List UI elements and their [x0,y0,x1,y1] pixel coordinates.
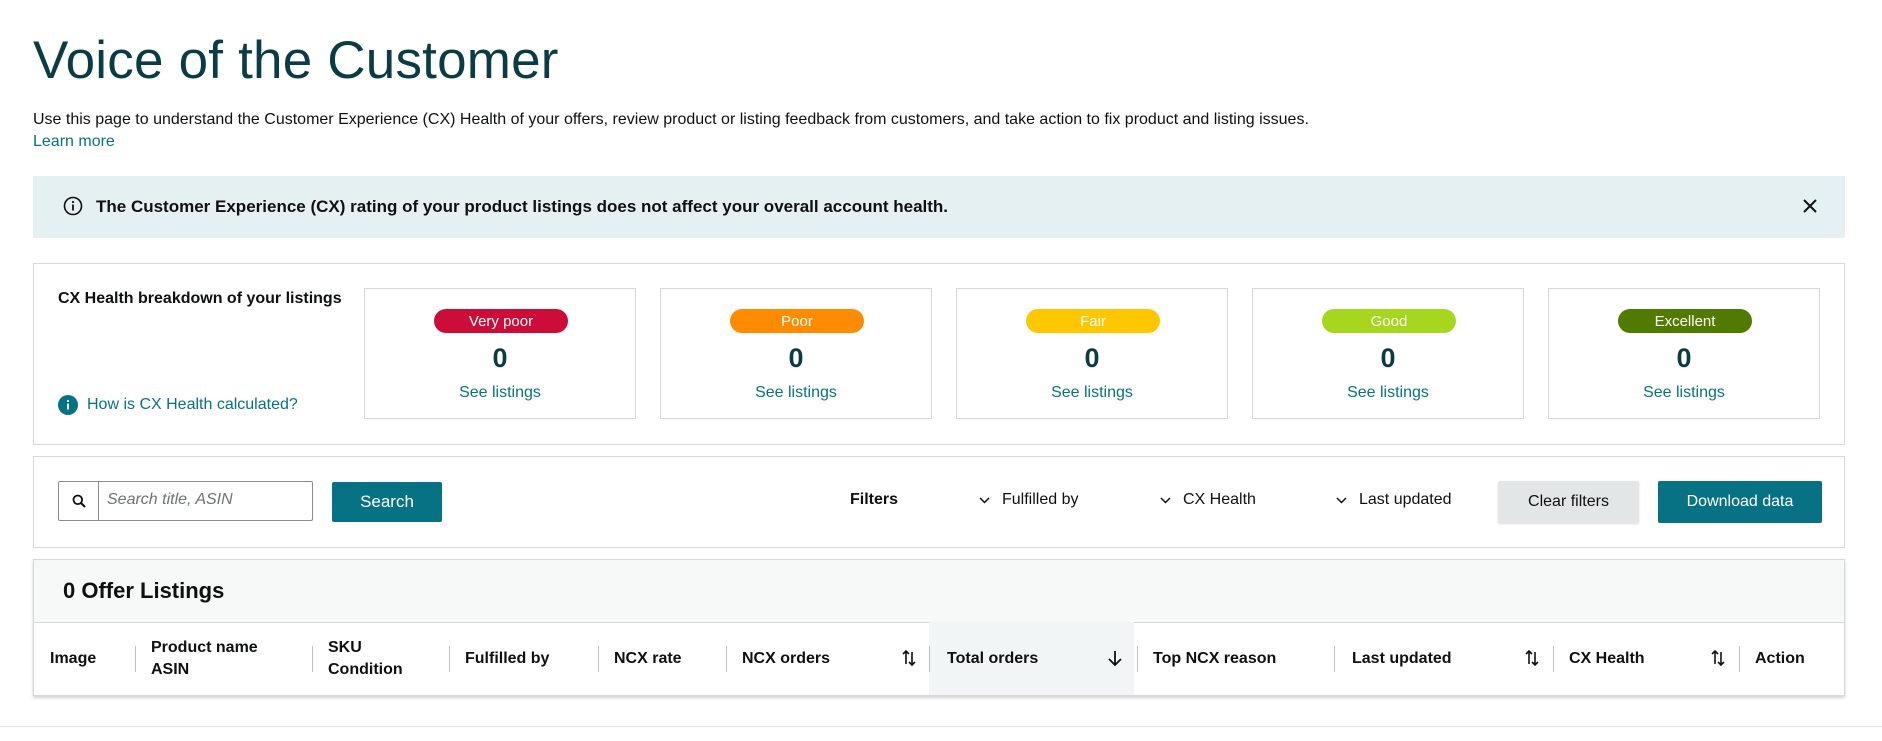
sort-icon[interactable] [1524,648,1540,668]
info-icon [58,395,78,415]
column-image: Image [50,649,97,667]
chevron-down-icon [1160,496,1171,504]
table-title: 0 Offer Listings [63,578,225,603]
column-product-name-line2: ASIN [151,660,190,678]
close-icon[interactable] [1799,195,1821,217]
very-poor-see-listings-link[interactable]: See listings [365,384,635,402]
page-description: Use this page to understand the Customer… [33,111,1309,128]
fair-badge: Fair [1026,309,1160,333]
very-poor-count: 0 [492,343,508,373]
column-top-ncx-reason: Top NCX reason [1137,622,1337,695]
clear-filters-button[interactable]: Clear filters [1498,481,1639,523]
very-poor-badge: Very poor [434,309,568,333]
column-action: Action [1739,622,1839,695]
search-button[interactable]: Search [332,482,442,522]
banner-message: The Customer Experience (CX) rating of y… [96,197,949,216]
last-updated-label: Last updated [1359,491,1452,508]
column-fulfilled-by: Fulfilled by [449,622,599,695]
filters-label: Filters [850,491,899,508]
chevron-down-icon [1336,496,1347,504]
column-sku-line2: Condition [328,660,403,678]
excellent-see-listings-link[interactable]: See listings [1549,384,1819,402]
offer-listings-table: 0 Offer Listings Image Product name ASIN … [33,559,1845,696]
search-box [58,481,313,521]
tile-very-poor: Very poor 0 See listings [364,288,636,419]
info-circle-icon [63,196,83,216]
column-ncx-rate: NCX rate [598,622,725,695]
how-link-label: How is CX Health calculated? [87,396,298,413]
column-product-name: Product name ASIN [135,622,309,695]
good-see-listings-link[interactable]: See listings [1253,384,1523,402]
breakdown-title: CX Health breakdown of your listings [58,290,342,307]
column-ncx-orders: NCX orders [726,622,926,695]
how-cx-health-calculated-link[interactable]: How is CX Health calculated? [58,395,298,415]
fulfilled-by-label: Fulfilled by [1002,491,1079,508]
sort-icon[interactable] [901,648,917,668]
column-cx-health: CX Health [1553,622,1741,695]
column-sku-line1: SKU [328,638,362,656]
last-updated-dropdown[interactable]: Last updated [1336,491,1452,509]
tile-poor: Poor 0 See listings [660,288,932,419]
table-header-bar: 0 Offer Listings [34,560,1844,623]
fulfilled-by-dropdown[interactable]: Fulfilled by [979,491,1078,509]
search-icon [59,482,99,520]
column-last-updated: Last updated [1334,622,1552,695]
good-badge: Good [1322,309,1456,333]
good-count: 0 [1380,343,1396,373]
column-product-name-line1: Product name [151,638,258,656]
column-total-orders: Total orders [929,622,1134,695]
poor-count: 0 [788,343,804,373]
fair-count: 0 [1084,343,1100,373]
fair-see-listings-link[interactable]: See listings [957,384,1227,402]
chevron-down-icon [979,496,990,504]
sort-icon[interactable] [1710,648,1726,668]
cx-health-breakdown: CX Health breakdown of your listings How… [33,263,1845,445]
info-banner: The Customer Experience (CX) rating of y… [33,176,1845,238]
excellent-badge: Excellent [1618,309,1752,333]
excellent-count: 0 [1676,343,1692,373]
poor-see-listings-link[interactable]: See listings [661,384,931,402]
cx-health-label: CX Health [1183,491,1256,508]
table-column-headers: Image Product name ASIN SKU Condition Fulf… [34,622,1844,695]
filter-bar: Search Filters Fulfilled by CX Health La… [33,456,1845,548]
cx-health-dropdown[interactable]: CX Health [1160,491,1256,509]
download-data-button[interactable]: Download data [1658,481,1822,523]
learn-more-link[interactable]: Learn more [33,133,115,151]
footer-divider [0,726,1882,727]
search-input[interactable] [107,491,302,509]
tile-good: Good 0 See listings [1252,288,1524,419]
page-title: Voice of the Customer [33,31,559,90]
poor-badge: Poor [730,309,864,333]
sort-descending-icon[interactable] [1107,648,1123,668]
tile-fair: Fair 0 See listings [956,288,1228,419]
tile-excellent: Excellent 0 See listings [1548,288,1820,419]
